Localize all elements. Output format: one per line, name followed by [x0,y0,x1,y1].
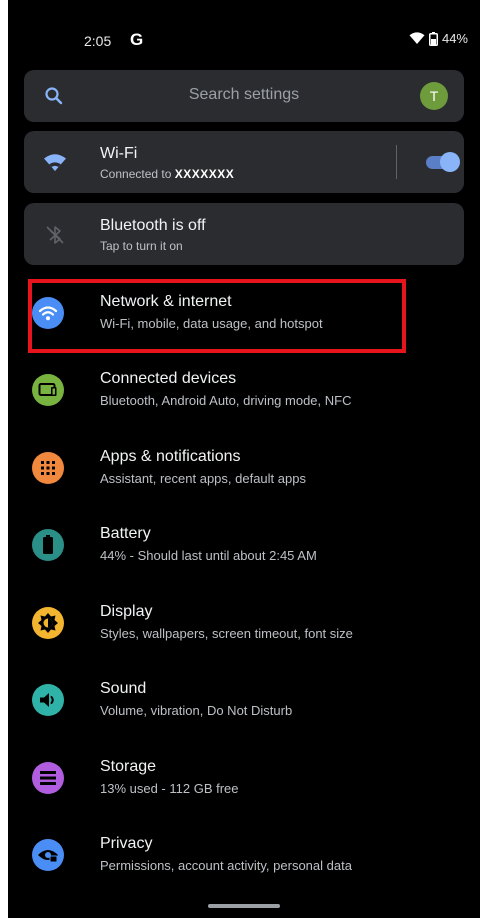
apps-grid-icon [32,452,64,484]
privacy-icon [32,839,64,871]
setting-title: Battery [100,525,151,542]
setting-title: Storage [100,758,157,775]
setting-privacy[interactable]: Privacy Permissions, account activity, p… [8,823,480,893]
settings-list: Network & internet Wi-Fi, mobile, data u… [8,0,480,918]
setting-subtitle: Assistant, recent apps, default apps [100,471,306,486]
gesture-nav-bar[interactable] [208,904,280,908]
setting-title: Display [100,603,153,620]
setting-apps-notifications[interactable]: Apps & notifications Assistant, recent a… [8,436,480,506]
setting-storage[interactable]: Storage 13% used - 112 GB free [8,746,480,816]
setting-sound[interactable]: Sound Volume, vibration, Do Not Disturb [8,668,480,738]
speaker-icon [32,684,64,716]
setting-title: Sound [100,680,147,697]
setting-subtitle: Styles, wallpapers, screen timeout, font… [100,626,353,641]
highlight-box [28,279,406,353]
setting-title: Connected devices [100,370,237,387]
setting-subtitle: 44% - Should last until about 2:45 AM [100,548,317,563]
setting-subtitle: Volume, vibration, Do Not Disturb [100,703,293,718]
setting-subtitle: 13% used - 112 GB free [100,781,239,796]
setting-subtitle: Permissions, account activity, personal … [100,858,352,873]
battery-icon [32,529,64,561]
setting-subtitle: Bluetooth, Android Auto, driving mode, N… [100,393,352,408]
brightness-icon [32,607,64,639]
setting-title: Apps & notifications [100,448,241,465]
setting-battery[interactable]: Battery 44% - Should last until about 2:… [8,513,480,583]
storage-icon [32,762,64,794]
settings-screen: 2:05 G 44% Search settings T Wi-Fi Conne… [8,0,480,918]
setting-connected-devices[interactable]: Connected devices Bluetooth, Android Aut… [8,358,480,428]
devices-icon [32,374,64,406]
setting-title: Privacy [100,835,153,852]
setting-display[interactable]: Display Styles, wallpapers, screen timeo… [8,591,480,661]
